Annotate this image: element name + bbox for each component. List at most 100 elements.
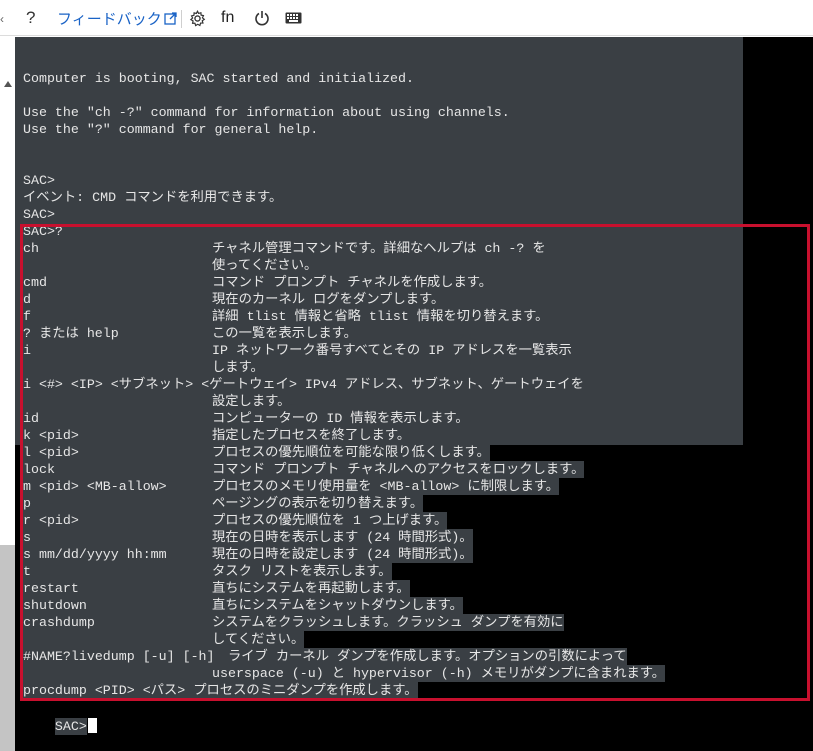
command-description: 直ちにシステムを再起動します。 bbox=[212, 581, 410, 596]
command-description: 指定したプロセスを終了します。 bbox=[212, 428, 411, 443]
command-description: 使ってください。 bbox=[212, 258, 318, 273]
command-row: 設定します。 bbox=[23, 393, 291, 410]
chevron-left-icon[interactable]: ‹ bbox=[0, 12, 8, 26]
command-description: IP ネットワーク番号すべてとその IP アドレスを一覧表示 bbox=[212, 343, 572, 358]
command-row-text: s 現在の日時を表示します (24 時間形式)。 bbox=[23, 529, 473, 546]
command-name: procdump <PID> <パス> プロセスのミニダンプを作成します。 bbox=[23, 683, 418, 698]
scrollbar[interactable] bbox=[0, 37, 15, 751]
command-name: p bbox=[23, 496, 31, 511]
command-description: ライブ カーネル ダンプを作成します。オプションの引数によって bbox=[212, 649, 627, 664]
command-name: restart bbox=[23, 581, 79, 596]
command-name: d bbox=[23, 292, 31, 307]
feedback-link[interactable]: フィードバック bbox=[57, 0, 177, 36]
command-description: システムをクラッシュします。クラッシュ ダンプを有効に bbox=[212, 615, 564, 630]
console-line-prompt1: SAC> bbox=[23, 173, 55, 188]
command-row-text: l <pid> プロセスの優先順位を可能な限り低くします。 bbox=[23, 444, 490, 461]
command-description: ページングの表示を切り替えます。 bbox=[212, 496, 424, 511]
command-row-text: ch チャネル管理コマンドです。詳細なヘルプは ch -? を bbox=[23, 240, 546, 257]
command-row-text: ? または help この一覧を表示します。 bbox=[23, 325, 357, 342]
command-description: 現在の日時を表示します (24 時間形式)。 bbox=[212, 530, 473, 545]
scroll-up-arrow-icon[interactable] bbox=[4, 81, 12, 87]
scroll-thumb[interactable] bbox=[0, 545, 15, 751]
command-row-text: shutdown 直ちにシステムをシャットダウンします。 bbox=[23, 597, 463, 614]
command-row: i <#> <IP> <サブネット> <ゲートウェイ> IPv4 アドレス、サブ… bbox=[23, 376, 584, 393]
fn-button[interactable]: fn bbox=[221, 0, 234, 36]
command-row-text: p ページングの表示を切り替えます。 bbox=[23, 495, 424, 512]
command-name: crashdump bbox=[23, 615, 95, 630]
command-name: #NAME?livedump [-u] [-h] bbox=[23, 649, 215, 664]
command-row: procdump <PID> <パス> プロセスのミニダンプを作成します。 bbox=[23, 682, 418, 699]
command-row-text: t タスク リストを表示します。 bbox=[23, 563, 392, 580]
command-row: m <pid> <MB-allow> プロセスのメモリ使用量を <MB-allow… bbox=[23, 478, 560, 495]
gear-icon bbox=[189, 9, 206, 26]
command-description: プロセスのメモリ使用量を <MB-allow> に制限します。 bbox=[212, 479, 560, 494]
command-row: userspace (-u) と hypervisor (-h) メモリがダンプ… bbox=[23, 665, 666, 682]
command-row: crashdump システムをクラッシュします。クラッシュ ダンプを有効に bbox=[23, 614, 564, 631]
command-row: ? または help この一覧を表示します。 bbox=[23, 325, 357, 342]
command-row-text: 設定します。 bbox=[23, 393, 291, 410]
command-row-text: i IP ネットワーク番号すべてとその IP アドレスを一覧表示 bbox=[23, 342, 572, 359]
keyboard-icon bbox=[285, 12, 302, 24]
command-row: #NAME?livedump [-u] [-h] ライブ カーネル ダンプを作成… bbox=[23, 648, 627, 665]
external-link-icon bbox=[164, 11, 177, 25]
console-line-final-prompt[interactable]: SAC> bbox=[23, 701, 97, 735]
command-row: p ページングの表示を切り替えます。 bbox=[23, 495, 424, 512]
console-line-prompt-query: SAC>? bbox=[23, 224, 63, 239]
command-description: 現在のカーネル ログをダンプします。 bbox=[212, 292, 445, 307]
command-row-text: procdump <PID> <パス> プロセスのミニダンプを作成します。 bbox=[23, 682, 418, 699]
command-name: k <pid> bbox=[23, 428, 79, 443]
help-label: ? bbox=[26, 8, 36, 27]
command-row-text: d 現在のカーネル ログをダンプします。 bbox=[23, 291, 445, 308]
command-row: id コンピューターの ID 情報を表示します。 bbox=[23, 410, 469, 427]
command-name: id bbox=[23, 411, 39, 426]
command-description: コンピューターの ID 情報を表示します。 bbox=[212, 411, 469, 426]
console-line-event: イベント: CMD コマンドを利用できます。 bbox=[23, 190, 283, 205]
command-name: ch bbox=[23, 241, 39, 256]
command-name: m <pid> <MB-allow> bbox=[23, 479, 167, 494]
command-row: してください。 bbox=[23, 631, 305, 648]
command-name: l <pid> bbox=[23, 445, 79, 460]
toolbar-separator bbox=[181, 10, 182, 28]
command-row-text: します。 bbox=[23, 359, 264, 376]
text-cursor bbox=[87, 718, 97, 733]
command-row: s mm/dd/yyyy hh:mm 現在の日時を設定します (24 時間形式)。 bbox=[23, 546, 473, 563]
command-description: 直ちにシステムをシャットダウンします。 bbox=[212, 598, 463, 613]
serial-console[interactable]: Computer is booting, SAC started and ini… bbox=[15, 37, 813, 751]
console-line-help2: Use the "?" command for general help. bbox=[23, 122, 319, 137]
command-name: ? または help bbox=[23, 326, 119, 341]
command-name: i <#> <IP> <サブネット> <ゲートウェイ> IPv4 アドレス、サブ… bbox=[23, 377, 584, 392]
console-line-help1: Use the "ch -?" command for information … bbox=[23, 105, 510, 120]
command-name: r <pid> bbox=[23, 513, 79, 528]
command-row-text: crashdump システムをクラッシュします。クラッシュ ダンプを有効に bbox=[23, 614, 564, 631]
command-row: l <pid> プロセスの優先順位を可能な限り低くします。 bbox=[23, 444, 490, 461]
console-line-prompt2: SAC> bbox=[23, 207, 55, 222]
fn-label: fn bbox=[221, 9, 235, 26]
command-name: lock bbox=[23, 462, 55, 477]
keyboard-button[interactable] bbox=[285, 0, 303, 36]
command-name: f bbox=[23, 309, 31, 324]
command-row-text: #NAME?livedump [-u] [-h] ライブ カーネル ダンプを作成… bbox=[23, 648, 627, 665]
command-name: cmd bbox=[23, 275, 47, 290]
power-button[interactable] bbox=[254, 0, 272, 36]
command-row: r <pid> プロセスの優先順位を 1 つ上げます。 bbox=[23, 512, 448, 529]
command-description: コマンド プロンプト チャネルへのアクセスをロックします。 bbox=[212, 462, 585, 477]
command-row: k <pid> 指定したプロセスを終了します。 bbox=[23, 427, 411, 444]
command-name: t bbox=[23, 564, 31, 579]
command-name: i bbox=[23, 343, 31, 358]
command-row: f 詳細 tlist 情報と省略 tlist 情報を切り替えます。 bbox=[23, 308, 549, 325]
power-icon bbox=[255, 11, 269, 26]
command-row-text: id コンピューターの ID 情報を表示します。 bbox=[23, 410, 469, 427]
command-row: cmd コマンド プロンプト チャネルを作成します。 bbox=[23, 274, 493, 291]
command-description: タスク リストを表示します。 bbox=[212, 564, 392, 579]
command-description: 詳細 tlist 情報と省略 tlist 情報を切り替えます。 bbox=[212, 309, 549, 324]
command-row-text: i <#> <IP> <サブネット> <ゲートウェイ> IPv4 アドレス、サブ… bbox=[23, 376, 584, 393]
command-row: shutdown 直ちにシステムをシャットダウンします。 bbox=[23, 597, 463, 614]
command-row: restart 直ちにシステムを再起動します。 bbox=[23, 580, 410, 597]
command-description: 設定します。 bbox=[212, 394, 291, 409]
settings-button[interactable] bbox=[189, 0, 207, 36]
command-row: ch チャネル管理コマンドです。詳細なヘルプは ch -? を bbox=[23, 240, 546, 257]
command-row-text: lock コマンド プロンプト チャネルへのアクセスをロックします。 bbox=[23, 461, 585, 478]
help-button[interactable]: ? bbox=[26, 0, 35, 36]
command-description: userspace (-u) と hypervisor (-h) メモリがダンプ… bbox=[212, 666, 666, 681]
command-row-text: cmd コマンド プロンプト チャネルを作成します。 bbox=[23, 274, 493, 291]
